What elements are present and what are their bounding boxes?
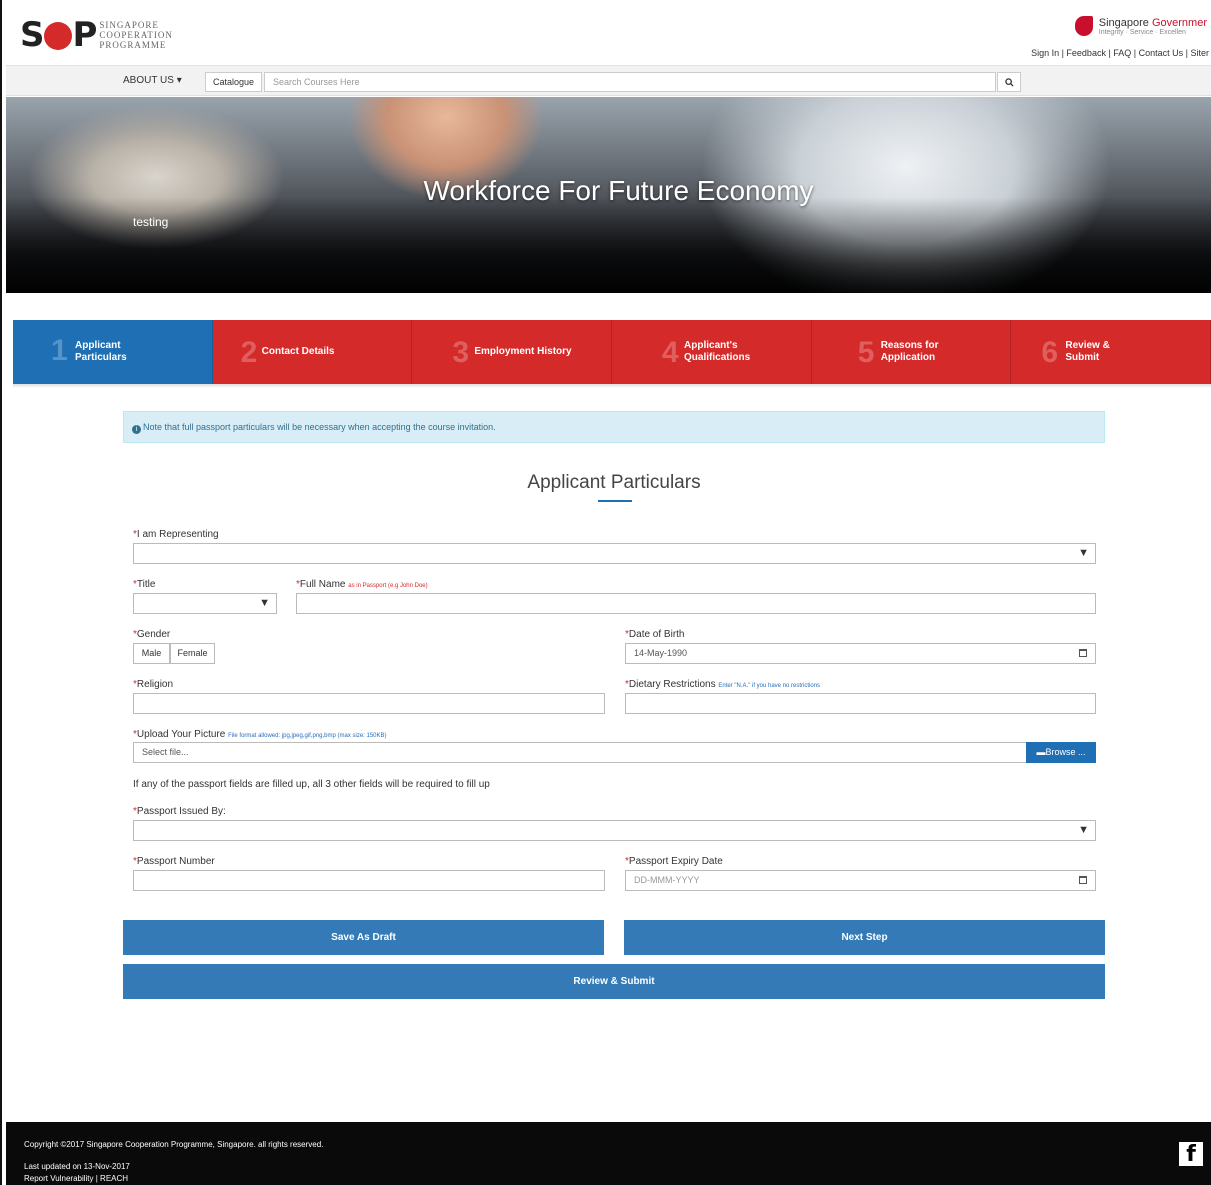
upload-label: *Upload Your Picture File format allowed…: [133, 729, 387, 740]
calendar-icon[interactable]: [1079, 876, 1087, 884]
steps-shadow: [13, 384, 1211, 388]
section-title-underline: [598, 500, 632, 502]
dob-input[interactable]: 14-May-1990: [625, 643, 1096, 664]
dob-label: *Date of Birth: [625, 629, 685, 640]
catalogue-dropdown[interactable]: Catalogue: [205, 72, 262, 92]
facebook-icon[interactable]: f: [1179, 1142, 1203, 1167]
step-review-submit[interactable]: 6 Review & Submit: [1011, 320, 1211, 384]
step-number: 1: [51, 334, 68, 367]
step-contact-details[interactable]: 2 Contact Details: [212, 320, 413, 384]
info-alert-text: Note that full passport particulars will…: [143, 422, 496, 432]
step-label: Applicant Particulars: [75, 340, 127, 363]
step-employment-history[interactable]: 3 Employment History: [412, 320, 613, 384]
step-number: 3: [452, 336, 470, 369]
caret-down-icon: ▼: [259, 597, 270, 609]
info-alert: i Note that full passport particulars wil…: [123, 411, 1105, 443]
upload-hint: File format allowed: jpg,jpeg,gif,png,bm…: [228, 733, 387, 739]
search-input[interactable]: Search Courses Here: [264, 72, 996, 92]
passport-expiry-label: *Passport Expiry Date: [625, 856, 723, 867]
step-applicants-qualifications[interactable]: 4 Applicant's Qualifications: [612, 320, 812, 384]
window-frame-edge: [0, 0, 6, 1185]
fullname-input[interactable]: [296, 593, 1096, 614]
copyright-text: Copyright ©2017 Singapore Cooperation Pr…: [24, 1140, 324, 1149]
representing-select[interactable]: ▼: [133, 543, 1096, 564]
hero-banner: Workforce For Future Economy testing: [6, 97, 1211, 293]
step-label: Applicant's Qualifications: [684, 340, 751, 363]
singapore-government-logo[interactable]: Singapore Governmer Integrity · Service …: [1074, 16, 1207, 36]
search-button[interactable]: [997, 72, 1021, 92]
browse-button[interactable]: ▬Browse ...: [1026, 742, 1096, 763]
gov-tagline: Integrity · Service · Excellen: [1098, 28, 1186, 36]
passport-note: If any of the passport fields are filled…: [133, 779, 490, 790]
passport-expiry-placeholder: DD-MMM-YYYY: [634, 875, 700, 885]
religion-label: *Religion: [133, 679, 174, 690]
step-number: 4: [662, 336, 679, 369]
logo-line-1: SINGAPORE: [99, 20, 159, 30]
representing-label: *I am Representing: [133, 529, 219, 540]
step-number: 2: [240, 336, 258, 369]
dietary-input[interactable]: [625, 693, 1096, 714]
gender-female-button[interactable]: Female: [170, 643, 215, 664]
hero-overlay: [6, 197, 1211, 293]
calendar-icon[interactable]: [1079, 649, 1087, 657]
fullname-label: *Full Name as in Passport (e.g John Doe): [296, 579, 428, 590]
last-updated-text: Last updated on 13-Nov-2017: [24, 1162, 130, 1171]
step-number: 6: [1041, 336, 1059, 369]
logo-line-2: COOPERATION: [99, 30, 173, 40]
review-submit-button[interactable]: Review & Submit: [123, 964, 1105, 999]
browse-label: Browse ...: [1045, 747, 1086, 757]
fullname-hint: as in Passport (e.g John Doe): [348, 583, 428, 589]
hero-title: Workforce For Future Economy: [423, 175, 814, 206]
step-label: Contact Details: [261, 346, 335, 357]
passport-expiry-input[interactable]: DD-MMM-YYYY: [625, 870, 1096, 891]
passport-issued-label: *Passport Issued By:: [133, 806, 226, 817]
dietary-hint: Enter "N.A." if you have no restrictions: [718, 683, 821, 689]
step-label: Employment History: [474, 346, 572, 357]
site-header: SP SINGAPORE COOPERATION PROGRAMME Singa…: [0, 0, 1211, 66]
step-number: 5: [857, 336, 875, 369]
lion-head-icon: [1074, 16, 1093, 36]
gender-male-button[interactable]: Male: [133, 643, 170, 664]
step-label: Reasons for Application: [880, 340, 939, 363]
passport-number-label: *Passport Number: [133, 856, 215, 867]
next-step-button[interactable]: Next Step: [624, 920, 1105, 955]
passport-issued-select[interactable]: ▼: [133, 820, 1096, 841]
upload-file-input[interactable]: Select file...: [133, 742, 1027, 763]
gender-label: *Gender: [133, 629, 171, 640]
caret-down-icon: ▼: [1078, 824, 1089, 836]
step-wizard: 1 Applicant Particulars 2 Contact Detail…: [13, 320, 1211, 384]
logo-text: SINGAPORE COOPERATION PROGRAMME: [99, 20, 173, 50]
footer-links[interactable]: Report Vulnerability | REACH: [24, 1174, 128, 1183]
about-us-menu[interactable]: ABOUT US ▾: [123, 75, 182, 86]
title-select[interactable]: ▼: [133, 593, 277, 614]
dietary-label: *Dietary Restrictions Enter "N.A." if yo…: [625, 679, 821, 690]
hero-subtitle: testing: [133, 215, 169, 229]
gov-title: Singapore Governmer: [1098, 16, 1207, 29]
dob-value: 14-May-1990: [634, 648, 688, 658]
passport-number-input[interactable]: [133, 870, 605, 891]
section-title: Applicant Particulars: [527, 472, 701, 493]
scp-logo[interactable]: SP SINGAPORE COOPERATION PROGRAMME: [20, 18, 173, 52]
religion-input[interactable]: [133, 693, 605, 714]
site-footer: Copyright ©2017 Singapore Cooperation Pr…: [0, 1122, 1211, 1185]
top-links[interactable]: Sign In | Feedback | FAQ | Contact Us | …: [1031, 48, 1209, 58]
caret-down-icon: ▼: [1078, 547, 1089, 559]
upload-placeholder: Select file...: [142, 747, 189, 757]
search-icon: [1004, 77, 1014, 87]
step-reasons-for-application[interactable]: 5 Reasons for Application: [811, 320, 1012, 384]
title-label: *Title: [133, 579, 156, 590]
step-applicant-particulars[interactable]: 1 Applicant Particulars: [13, 320, 213, 384]
info-icon: i: [132, 425, 141, 434]
step-label: Review & Submit: [1065, 340, 1110, 363]
save-draft-button[interactable]: Save As Draft: [123, 920, 604, 955]
logo-mark: SP: [20, 15, 97, 55]
logo-line-3: PROGRAMME: [99, 40, 167, 50]
